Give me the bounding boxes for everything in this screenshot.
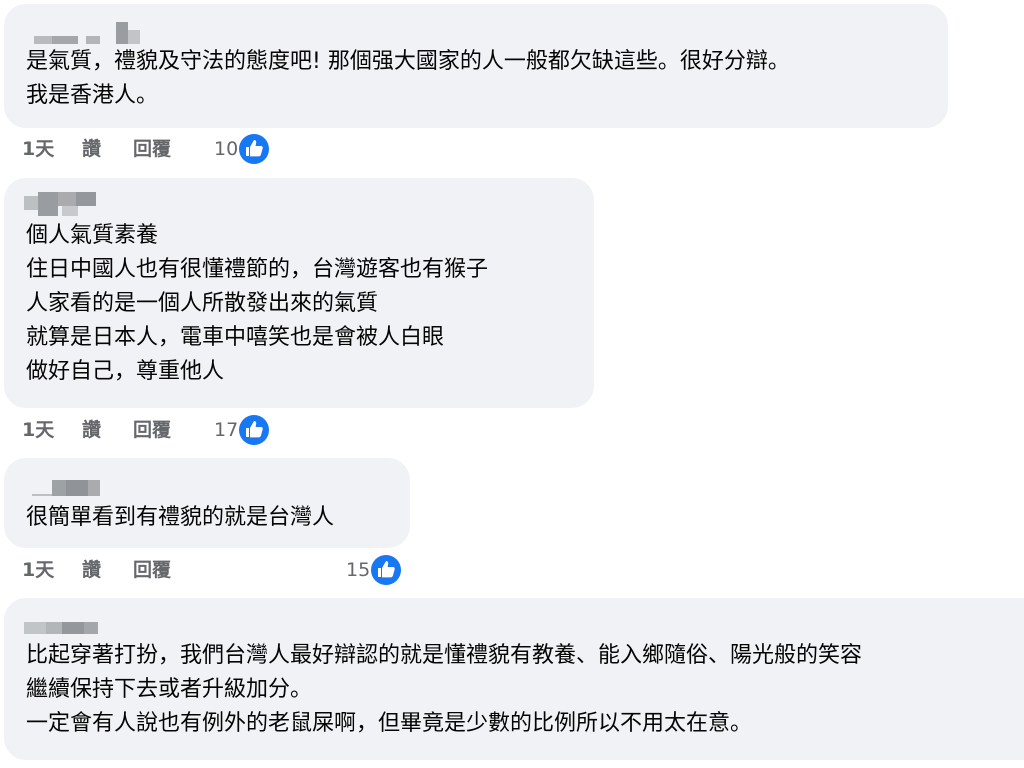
comment-2: 個人氣質素養 住日中國人也有很懂禮節的，台灣遊客也有猴子 人家看的是一個人所散發…: [0, 178, 1024, 450]
comment-line: 住日中國人也有很懂禮節的，台灣遊客也有猴子: [26, 257, 489, 282]
comment-line: 比起穿著打扮，我們台灣人最好辯認的就是懂禮貌有教養、能入鄉隨俗、陽光般的笑容: [26, 643, 863, 668]
comment-text: 是氣質，禮貌及守法的態度吧! 那個强大國家的人一般都欠缺這些。很好分辯。 我是香…: [26, 45, 938, 113]
comment-line: 就算是日本人，電車中嘻笑也是會被人白眼: [26, 325, 445, 350]
comment-line: 繼續保持下去或者升級加分。: [26, 677, 313, 702]
redacted-author-name[interactable]: [24, 190, 114, 216]
redacted-author-name[interactable]: [24, 476, 114, 496]
comment-line: 做好自己，尊重他人: [26, 359, 225, 384]
reaction-summary[interactable]: 15: [346, 555, 402, 585]
comment-actions: 1天 讚 回覆 15: [0, 555, 420, 585]
comment-text: 很簡單看到有禮貌的就是台灣人: [26, 501, 400, 535]
comment-bubble: 很簡單看到有禮貌的就是台灣人: [4, 458, 410, 548]
reaction-count: 15: [346, 559, 371, 581]
reaction-summary[interactable]: 10: [214, 134, 270, 164]
comment-line: 是氣質，禮貌及守法的態度吧! 那個强大國家的人一般都欠缺這些。很好分辯。: [26, 49, 790, 74]
comment-text: 個人氣質素養 住日中國人也有很懂禮節的，台灣遊客也有猴子 人家看的是一個人所散發…: [26, 219, 584, 389]
timestamp-link[interactable]: 1天: [22, 134, 54, 164]
thumbs-up-icon: [239, 134, 270, 164]
reply-button[interactable]: 回覆: [133, 555, 171, 585]
redacted-author-name[interactable]: [24, 16, 144, 44]
comment-text: 比起穿著打扮，我們台灣人最好辯認的就是懂禮貌有教養、能入鄉隨俗、陽光般的笑容 繼…: [26, 639, 1024, 741]
reaction-count: 17: [214, 419, 239, 441]
comment-actions: 1天 讚 回覆 17: [0, 415, 300, 445]
reaction-summary[interactable]: 17: [214, 415, 270, 445]
comment-1: 是氣質，禮貌及守法的態度吧! 那個强大國家的人一般都欠缺這些。很好分辯。 我是香…: [0, 0, 1024, 170]
redacted-author-name[interactable]: [24, 614, 124, 634]
thumbs-up-icon: [239, 415, 270, 445]
comment-line: 人家看的是一個人所散發出來的氣質: [26, 291, 379, 316]
reaction-count: 10: [214, 138, 239, 160]
comment-line: 我是香港人。: [26, 83, 159, 108]
comment-bubble: 比起穿著打扮，我們台灣人最好辯認的就是懂禮貌有教養、能入鄉隨俗、陽光般的笑容 繼…: [4, 598, 1024, 760]
like-button[interactable]: 讚: [82, 134, 101, 164]
thumbs-up-icon: [371, 555, 402, 585]
comment-bubble: 是氣質，禮貌及守法的態度吧! 那個强大國家的人一般都欠缺這些。很好分辯。 我是香…: [4, 4, 948, 128]
comment-bubble: 個人氣質素養 住日中國人也有很懂禮節的，台灣遊客也有猴子 人家看的是一個人所散發…: [4, 178, 594, 408]
reply-button[interactable]: 回覆: [133, 415, 171, 445]
comment-line: 一定會有人說也有例外的老鼠屎啊，但畢竟是少數的比例所以不用太在意。: [26, 711, 753, 736]
comment-4: 比起穿著打扮，我們台灣人最好辯認的就是懂禮貌有教養、能入鄉隨俗、陽光般的笑容 繼…: [0, 598, 1024, 768]
timestamp-link[interactable]: 1天: [22, 415, 54, 445]
comment-3: 很簡單看到有禮貌的就是台灣人 1天 讚 回覆 15: [0, 458, 1024, 590]
timestamp-link[interactable]: 1天: [22, 555, 54, 585]
like-button[interactable]: 讚: [82, 555, 101, 585]
comment-line: 個人氣質素養: [26, 223, 159, 248]
comment-actions: 1天 讚 回覆 10: [0, 134, 300, 164]
like-button[interactable]: 讚: [82, 415, 101, 445]
reply-button[interactable]: 回覆: [133, 134, 171, 164]
comment-line: 很簡單看到有禮貌的就是台灣人: [26, 505, 335, 530]
